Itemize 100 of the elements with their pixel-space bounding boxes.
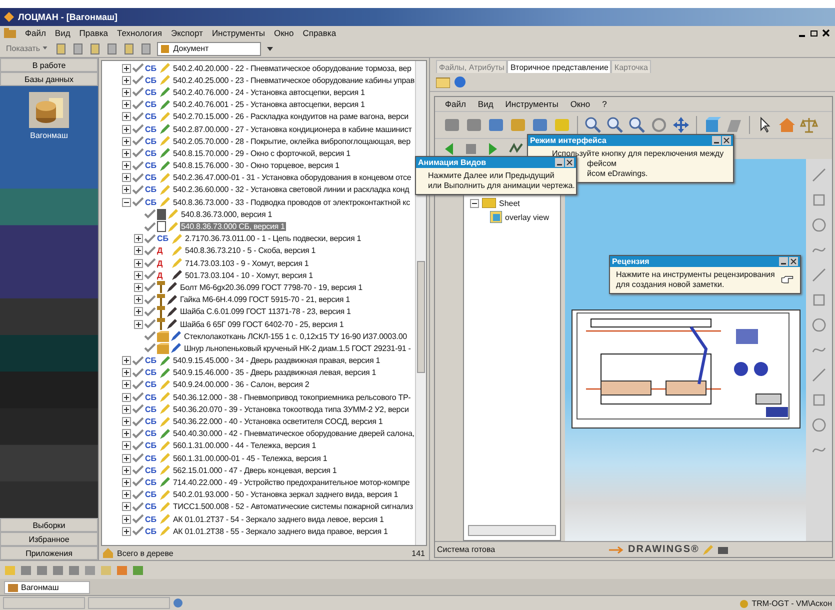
expand-icon[interactable]: [122, 161, 131, 170]
toolbar-icon[interactable]: [72, 42, 84, 54]
minimize-icon[interactable]: [555, 158, 564, 167]
expand-icon[interactable]: [122, 148, 131, 158]
expand-icon[interactable]: [122, 124, 131, 134]
tree-item[interactable]: Шайба 6 65Г 099 ГОСТ 6402-70 - 25, версия 1: [179, 320, 345, 329]
expand-icon[interactable]: [122, 441, 131, 450]
sidebar-button[interactable]: Базы данных: [0, 72, 98, 86]
tree-item[interactable]: Стеклолакоткань ЛСКЛ-155 1 с. 0,12х15 ТУ 16-90 И37.0003.00: [183, 332, 408, 341]
collapse-icon[interactable]: [122, 198, 131, 207]
tree-item[interactable]: 540.2.36.60.000 - 32 - Установка световой линии и раскладка конд: [172, 185, 410, 194]
stop-icon[interactable]: [465, 142, 477, 156]
toolbar-icon[interactable]: [20, 564, 32, 576]
expand-icon[interactable]: [134, 270, 143, 280]
expand-icon[interactable]: [122, 112, 131, 122]
toolbar-icon[interactable]: [89, 42, 102, 54]
menu-item[interactable]: Экспорт: [171, 28, 203, 38]
tree-item[interactable]: Шайба С.6.01.099 ГОСТ 11371-78 - 23, версия 1: [179, 307, 352, 316]
expand-icon[interactable]: [122, 185, 131, 194]
tree-item[interactable]: 540.2.01.93.000 - 50 - Установка зеркал заднего вида, версия 1: [172, 490, 400, 500]
tree-item[interactable]: Sheet: [499, 198, 520, 208]
menu-item[interactable]: ?: [602, 99, 607, 109]
zoom-icon[interactable]: [606, 116, 624, 134]
folder-icon[interactable]: [436, 76, 450, 88]
tree-item[interactable]: 714.40.22.000 - 49 - Устройство предохранительное мотор-компре: [172, 478, 411, 487]
tree-item[interactable]: 501.73.03.104 - 10 - Хомут, версия 1: [184, 270, 314, 280]
menu-item[interactable]: Вид: [54, 28, 70, 38]
tree-item[interactable]: 540.8.36.73.000 СБ, версия 1: [180, 222, 286, 232]
tree-item[interactable]: 540.40.30.000 - 42 - Пневматическое оборудование дверей салона,: [172, 429, 416, 438]
expand-icon[interactable]: [134, 320, 143, 329]
expand-icon[interactable]: [122, 429, 131, 438]
dropdown-arrow-icon[interactable]: [266, 44, 274, 52]
markup-tool-icon[interactable]: [811, 317, 827, 333]
expand-icon[interactable]: [134, 307, 143, 316]
database-label[interactable]: Вагонмаш: [30, 131, 68, 140]
tree-item[interactable]: 540.8.36.73.210 - 5 - Скоба, версия 1: [184, 246, 317, 256]
menu-item[interactable]: Инструменты: [212, 28, 265, 38]
collapse-icon[interactable]: [470, 198, 479, 208]
move-icon[interactable]: [672, 116, 690, 134]
sidebar-button[interactable]: В работе: [0, 58, 98, 72]
tree-item[interactable]: ТИСС1.500.008 - 52 - Автоматические системы пожарной сигнализ: [172, 502, 414, 512]
tree-item[interactable]: Болт М6-6gх20.36.099 ГОСТ 7798-70 - 19, версия 1: [179, 282, 364, 292]
tree-item[interactable]: 562.15.01.000 - 47 - Дверь концевая, версия 1: [172, 466, 338, 475]
expand-icon[interactable]: [122, 64, 131, 73]
menu-item[interactable]: Вид: [478, 99, 494, 109]
toolbar-icon[interactable]: [106, 42, 118, 54]
expand-icon[interactable]: [122, 368, 131, 378]
scrollbar[interactable]: [468, 525, 556, 536]
markup-tool-icon[interactable]: [811, 217, 827, 233]
tree-item[interactable]: 540.36.12.000 - 38 - Пневмопривод токоприемника рельсового ТР-: [172, 392, 412, 402]
close-icon[interactable]: [789, 257, 798, 266]
toolbar-icon[interactable]: [36, 564, 48, 576]
markup-tool-icon[interactable]: [811, 417, 827, 433]
menu-item[interactable]: Правка: [79, 28, 108, 38]
tree-item[interactable]: 560.1.31.00.000-01 - 45 - Тележка, версия 1: [172, 454, 328, 463]
menu-item[interactable]: Файл: [25, 28, 46, 38]
expand-icon[interactable]: [134, 234, 143, 244]
tree-item[interactable]: 540.2.87.00.000 - 27 - Установка кондиционера в кабине машинист: [172, 124, 413, 134]
markup-tool-icon[interactable]: [811, 292, 827, 308]
menu-item[interactable]: Окно: [274, 28, 294, 38]
tree-item[interactable]: 560.1.31.00.000 - 44 - Тележка, версия 1: [172, 441, 318, 450]
toolbar-icon[interactable]: [443, 116, 461, 134]
tree-item[interactable]: 540.2.36.47.000-01 - 31 - Установка оборудования в концевом отсе: [172, 173, 412, 182]
expand-icon[interactable]: [122, 490, 131, 500]
markup-tool-icon[interactable]: [811, 267, 827, 283]
sidebar-button[interactable]: Избранное: [0, 532, 98, 546]
tree-item[interactable]: 2.7170.36.73.011.00 - 1 - Цепь подвески, версия 1: [184, 234, 362, 244]
tree-item[interactable]: 540.8.36.73.000 - 33 - Подводка проводов от электроконтактной кс: [172, 198, 411, 207]
expand-icon[interactable]: [122, 392, 131, 402]
zoom-icon[interactable]: [628, 116, 646, 134]
toolbar-icon[interactable]: [465, 116, 483, 134]
expand-icon[interactable]: [134, 295, 143, 304]
show-button[interactable]: Показать: [4, 44, 50, 53]
menu-item[interactable]: Справка: [302, 28, 336, 38]
expand-icon[interactable]: [122, 356, 131, 366]
tree-item[interactable]: 540.2.40.76.000 - 24 - Установка автосцепки, версия 1: [172, 88, 366, 97]
menu-item[interactable]: Инструменты: [505, 99, 558, 109]
menu-item[interactable]: Файл: [445, 99, 466, 109]
tree-item[interactable]: АК 01.01.2Т38 - 55 - Зеркало заднего вида правое, версия 1: [172, 526, 389, 536]
menu-item[interactable]: Технология: [117, 28, 162, 38]
toolbar-icon[interactable]: [123, 42, 136, 54]
tree-item[interactable]: 540.2.70.15.000 - 26 - Раскладка кондуитов на раме вагона, верси: [172, 112, 410, 122]
toolbar-icon[interactable]: [140, 42, 152, 54]
tab[interactable]: Файлы, Атрибуты: [436, 60, 508, 73]
toolbar-icon[interactable]: [55, 42, 68, 54]
tree-item[interactable]: 540.8.15.76.000 - 30 - Окно торцевое, версия 1: [172, 161, 340, 170]
tree-item[interactable]: АК 01.01.2Т37 - 54 - Зеркало заднего вида левое, версия 1: [172, 514, 385, 524]
tree-item[interactable]: 540.9.24.00.000 - 36 - Салон, версия 2: [172, 380, 310, 390]
tree-item[interactable]: Гайка М6-6Н.4.099 ГОСТ 5915-70 - 21, версия 1: [179, 295, 351, 304]
expand-icon[interactable]: [122, 466, 131, 475]
info-icon[interactable]: [454, 76, 466, 88]
toolbar-icon[interactable]: [487, 116, 505, 134]
expand-icon[interactable]: [122, 88, 131, 97]
document-combo[interactable]: Документ: [157, 42, 262, 56]
menu-item[interactable]: Окно: [570, 99, 590, 109]
expand-icon[interactable]: [122, 136, 131, 146]
tree-item[interactable]: 540.36.20.070 - 39 - Установка токоотвода типа ЗУММ-2 У2, верси: [172, 404, 410, 414]
tree-item[interactable]: 540.8.15.70.000 - 29 - Окно с форточкой, версия 1: [172, 148, 352, 158]
expand-icon[interactable]: [122, 380, 131, 390]
tree-item[interactable]: 714.73.03.103 - 9 - Хомут, версия 1: [184, 258, 310, 268]
